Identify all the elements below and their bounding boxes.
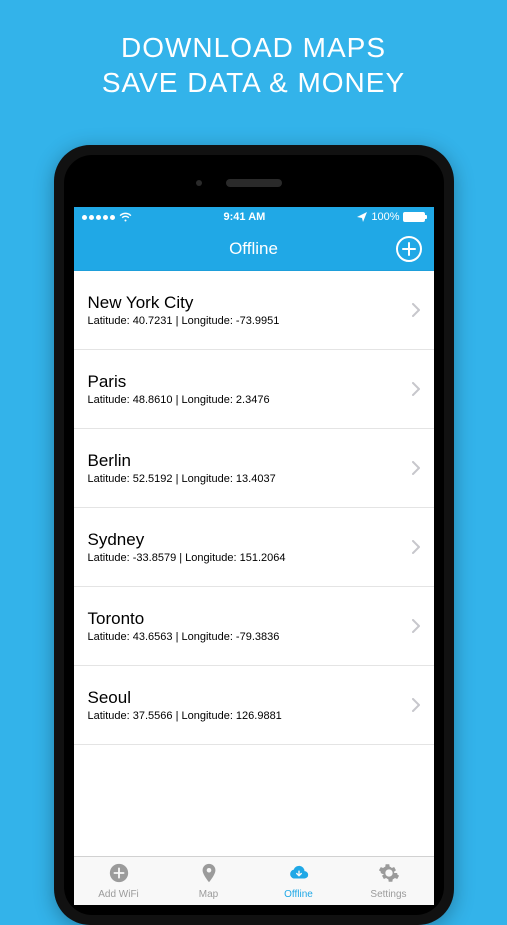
city-coords: Latitude: 48.8610 | Longitude: 2.3476 xyxy=(88,394,404,406)
location-arrow-icon xyxy=(357,212,367,222)
signal-dots-icon xyxy=(82,215,115,220)
phone-earpiece xyxy=(226,179,282,187)
city-coords: Latitude: 43.6563 | Longitude: -79.3836 xyxy=(88,631,404,643)
status-right: 100% xyxy=(357,211,425,223)
offline-icon xyxy=(287,862,311,887)
tab-map[interactable]: Map xyxy=(164,857,254,905)
tab-offline[interactable]: Offline xyxy=(254,857,344,905)
list-item-text: Paris Latitude: 48.8610 | Longitude: 2.34… xyxy=(88,372,404,406)
settings-icon xyxy=(377,862,401,887)
chevron-right-icon xyxy=(412,382,420,396)
battery-icon xyxy=(403,212,425,222)
list-item[interactable]: Berlin Latitude: 52.5192 | Longitude: 13.… xyxy=(74,429,434,508)
city-name: Berlin xyxy=(88,451,404,471)
chevron-right-icon xyxy=(412,540,420,554)
list-item[interactable]: New York City Latitude: 40.7231 | Longitu… xyxy=(74,271,434,350)
tab-label: Map xyxy=(199,889,218,900)
status-bar: 9:41 AM 100% xyxy=(74,207,434,227)
list-item-text: Berlin Latitude: 52.5192 | Longitude: 13.… xyxy=(88,451,404,485)
status-left xyxy=(82,212,132,222)
phone-frame: 9:41 AM 100% Offline New York CityLa xyxy=(54,145,454,925)
tab-add-wifi[interactable]: Add WiFi xyxy=(74,857,164,905)
plus-icon xyxy=(402,242,416,256)
chevron-right-icon xyxy=(412,619,420,633)
tab-bar: Add WiFi Map Offline Settings xyxy=(74,856,434,905)
list-item[interactable]: Toronto Latitude: 43.6563 | Longitude: -7… xyxy=(74,587,434,666)
page-title: Offline xyxy=(229,239,278,259)
tab-label: Offline xyxy=(284,889,313,900)
city-list[interactable]: New York City Latitude: 40.7231 | Longitu… xyxy=(74,271,434,856)
chevron-right-icon xyxy=(412,303,420,317)
add-wifi-icon xyxy=(107,862,131,887)
list-item[interactable]: Seoul Latitude: 37.5566 | Longitude: 126.… xyxy=(74,666,434,745)
battery-percent: 100% xyxy=(371,211,399,223)
list-item[interactable]: Paris Latitude: 48.8610 | Longitude: 2.34… xyxy=(74,350,434,429)
phone-bezel: 9:41 AM 100% Offline New York CityLa xyxy=(64,155,444,915)
nav-bar: Offline xyxy=(74,227,434,271)
promo-line-1: DOWNLOAD MAPS xyxy=(0,30,507,65)
wifi-icon xyxy=(119,212,132,222)
list-item-text: Sydney Latitude: -33.8579 | Longitude: 15… xyxy=(88,530,404,564)
status-time: 9:41 AM xyxy=(224,211,266,223)
city-coords: Latitude: 52.5192 | Longitude: 13.4037 xyxy=(88,473,404,485)
promo-line-2: SAVE DATA & MONEY xyxy=(0,65,507,100)
list-item-text: Seoul Latitude: 37.5566 | Longitude: 126.… xyxy=(88,688,404,722)
promo-heading: DOWNLOAD MAPS SAVE DATA & MONEY xyxy=(0,0,507,100)
tab-settings[interactable]: Settings xyxy=(344,857,434,905)
add-button[interactable] xyxy=(396,236,422,262)
city-coords: Latitude: -33.8579 | Longitude: 151.2064 xyxy=(88,552,404,564)
city-coords: Latitude: 40.7231 | Longitude: -73.9951 xyxy=(88,315,404,327)
chevron-right-icon xyxy=(412,461,420,475)
tab-label: Settings xyxy=(370,889,406,900)
chevron-right-icon xyxy=(412,698,420,712)
tab-label: Add WiFi xyxy=(98,889,139,900)
list-item[interactable]: Sydney Latitude: -33.8579 | Longitude: 15… xyxy=(74,508,434,587)
city-name: Sydney xyxy=(88,530,404,550)
list-item-text: Toronto Latitude: 43.6563 | Longitude: -7… xyxy=(88,609,404,643)
map-icon xyxy=(197,862,221,887)
city-name: New York City xyxy=(88,293,404,313)
city-name: Paris xyxy=(88,372,404,392)
city-name: Toronto xyxy=(88,609,404,629)
phone-screen: 9:41 AM 100% Offline New York CityLa xyxy=(74,207,434,905)
city-coords: Latitude: 37.5566 | Longitude: 126.9881 xyxy=(88,710,404,722)
list-item-text: New York City Latitude: 40.7231 | Longitu… xyxy=(88,293,404,327)
city-name: Seoul xyxy=(88,688,404,708)
